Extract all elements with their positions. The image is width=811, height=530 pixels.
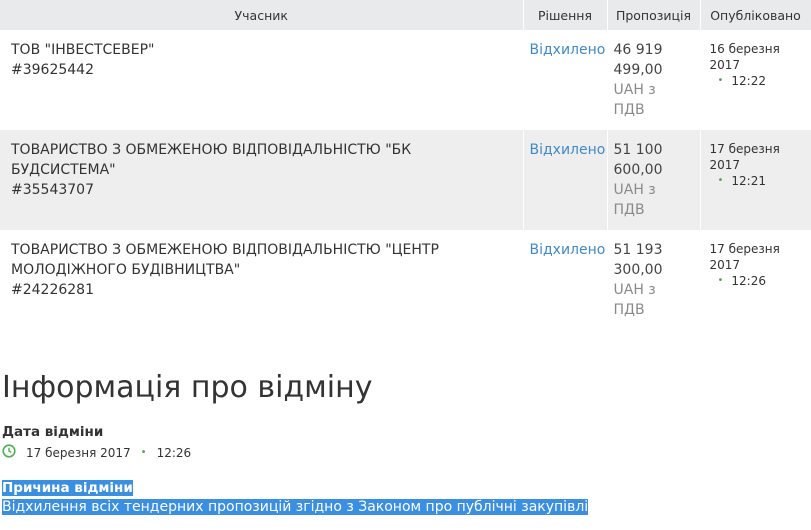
published-date: 17 березня 2017: [709, 142, 780, 172]
participant-code: #35543707: [11, 182, 94, 198]
amount-line-1: 51 193: [613, 242, 663, 258]
published-time: 12:21: [731, 174, 766, 188]
currency-line-1: UAH з: [613, 82, 656, 98]
amount-line-1: 46 919: [613, 42, 663, 58]
currency-line-2: ПДВ: [613, 302, 645, 318]
participant-name: ТОВАРИСТВО З ОБМЕЖЕНОЮ ВІДПОВІДАЛЬНІСТЮ …: [11, 142, 412, 178]
published-date: 16 березня 2017: [709, 42, 780, 72]
bullet-icon: •: [717, 275, 724, 286]
published-time: 12:26: [731, 274, 766, 288]
table-row: ТОВ "ІНВЕСТСЕВЕР" #39625442 Відхилено 46…: [0, 30, 811, 130]
cancellation-date-label: Дата відміни: [2, 424, 104, 440]
cancellation-date-row: 17 березня 2017 • 12:26: [2, 444, 811, 461]
amount-line-2: 300,00: [613, 262, 663, 278]
participant-cell: ТОВАРИСТВО З ОБМЕЖЕНОЮ ВІДПОВІДАЛЬНІСТЮ …: [0, 230, 524, 330]
published-time: 12:22: [731, 74, 766, 88]
proposal-cell: 51 193 300,00 UAH з ПДВ: [607, 230, 701, 330]
cancellation-time: 12:26: [156, 445, 192, 460]
cancellation-reason-label: Причина відміни: [2, 480, 133, 496]
proposal-cell: 46 919 499,00 UAH з ПДВ: [607, 30, 701, 130]
currency-line-1: UAH з: [613, 182, 656, 198]
published-cell: 17 березня 2017 • 12:26: [700, 230, 811, 330]
published-cell: 17 березня 2017 • 12:21: [700, 130, 811, 230]
bullet-icon: •: [717, 75, 724, 86]
amount-line-1: 51 100: [613, 142, 663, 158]
amount-line-2: 600,00: [613, 162, 663, 178]
cancellation-title: Інформація про відміну: [2, 370, 373, 405]
decision-cell: Відхилено: [523, 230, 608, 330]
amount-line-2: 499,00: [613, 62, 663, 78]
published-date: 17 березня 2017: [709, 242, 780, 272]
header-published[interactable]: Опубліковано: [700, 0, 811, 30]
table-row: ТОВАРИСТВО З ОБМЕЖЕНОЮ ВІДПОВІДАЛЬНІСТЮ …: [0, 230, 811, 330]
table-row: ТОВАРИСТВО З ОБМЕЖЕНОЮ ВІДПОВІДАЛЬНІСТЮ …: [0, 130, 811, 230]
cancellation-section: Інформація про відміну Дата відміни 17 б…: [0, 370, 811, 517]
published-cell: 16 березня 2017 • 12:22: [700, 30, 811, 130]
header-proposal[interactable]: Пропозиція: [607, 0, 701, 30]
header-participant[interactable]: Учасник: [0, 0, 524, 30]
clock-icon: [2, 444, 16, 461]
decision-cell: Відхилено: [523, 130, 608, 230]
bullet-icon: •: [140, 447, 147, 458]
currency-line-2: ПДВ: [613, 202, 645, 218]
table-header-row: Учасник Рішення Пропозиція Опубліковано: [0, 0, 811, 30]
decision-link[interactable]: Відхилено: [530, 42, 606, 58]
participant-code: #39625442: [11, 62, 94, 78]
currency-line-1: UAH з: [613, 282, 656, 298]
header-decision[interactable]: Рішення: [523, 0, 608, 30]
cancellation-reason: Відхилення всіх тендерних пропозицій згі…: [2, 499, 589, 515]
participant-cell: ТОВАРИСТВО З ОБМЕЖЕНОЮ ВІДПОВІДАЛЬНІСТЮ …: [0, 130, 524, 230]
participant-name: ТОВ "ІНВЕСТСЕВЕР": [11, 42, 155, 58]
decision-link[interactable]: Відхилено: [530, 242, 606, 258]
bids-table: Учасник Рішення Пропозиція Опубліковано …: [0, 0, 811, 330]
bullet-icon: •: [717, 175, 724, 186]
cancellation-date: 17 березня 2017: [26, 445, 131, 460]
proposal-cell: 51 100 600,00 UAH з ПДВ: [607, 130, 701, 230]
participant-name: ТОВАРИСТВО З ОБМЕЖЕНОЮ ВІДПОВІДАЛЬНІСТЮ …: [11, 242, 439, 278]
currency-line-2: ПДВ: [613, 102, 645, 118]
decision-link[interactable]: Відхилено: [530, 142, 606, 158]
participant-cell: ТОВ "ІНВЕСТСЕВЕР" #39625442: [0, 30, 524, 130]
decision-cell: Відхилено: [523, 30, 608, 130]
participant-code: #24226281: [11, 282, 94, 298]
